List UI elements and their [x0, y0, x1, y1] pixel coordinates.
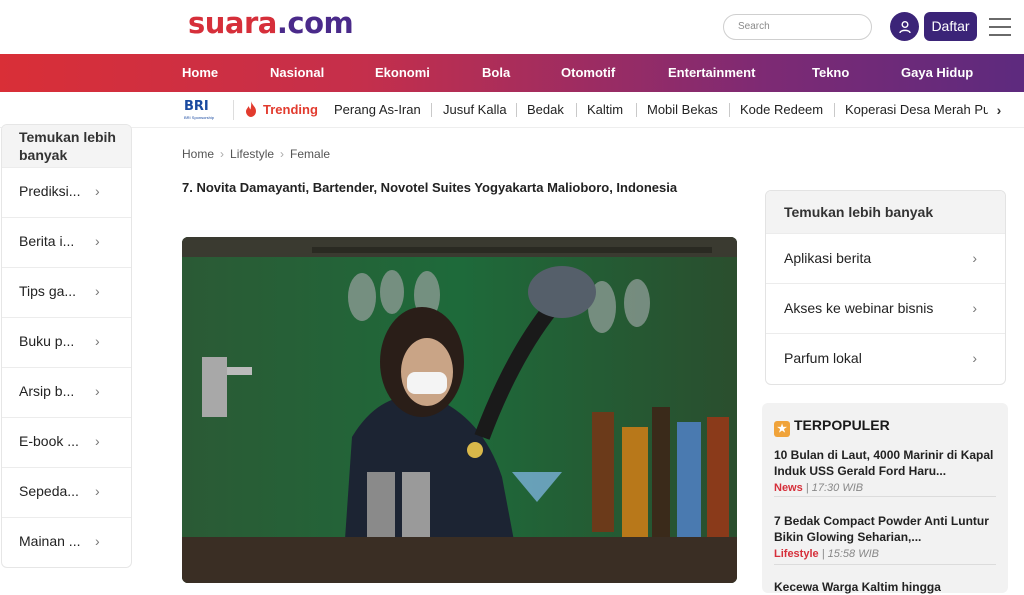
left-panel-item[interactable]: Buku p... ›: [2, 317, 131, 367]
nav-item-ekonomi[interactable]: Ekonomi: [375, 54, 430, 92]
nav-item-nasional[interactable]: Nasional: [270, 54, 324, 92]
chevron-right-icon[interactable]: ›: [990, 98, 1008, 122]
search-input[interactable]: Search: [723, 14, 872, 40]
logo-suffix: .com: [276, 6, 354, 40]
nav-item-gaya-hidup[interactable]: Gaya Hidup: [901, 54, 973, 92]
left-panel-item-label: Arsip b...: [19, 383, 75, 399]
left-panel-item[interactable]: Tips ga... ›: [2, 267, 131, 317]
breadcrumb-separator: ›: [280, 147, 285, 161]
right-panel-item-label: Akses ke webinar bisnis: [784, 300, 934, 316]
site-header: suara.com Search Daftar: [0, 0, 1024, 54]
divider: [774, 496, 996, 497]
left-panel-heading: Temukan lebih banyak: [2, 125, 131, 167]
chevron-right-icon: ›: [95, 383, 100, 399]
popular-item-meta: Lifestyle | 15:58 WIB: [774, 548, 879, 560]
left-panel-item-label: Tips ga...: [19, 283, 77, 299]
trending-item[interactable]: Bedak: [527, 92, 564, 128]
left-panel-item[interactable]: Arsip b... ›: [2, 367, 131, 417]
nav-item-home[interactable]: Home: [182, 54, 218, 92]
chevron-right-icon: ›: [95, 233, 100, 249]
popular-heading-text: TERPOPULER: [794, 417, 890, 433]
popular-item[interactable]: 7 Bedak Compact Powder Anti Luntur Bikin…: [774, 513, 996, 560]
breadcrumb-separator: ›: [220, 147, 225, 161]
user-icon: [898, 20, 911, 33]
trending-label: Trending: [263, 102, 318, 117]
divider: [774, 564, 996, 565]
left-panel-item-label: E-book ...: [19, 433, 79, 449]
main-nav: Home Nasional Ekonomi Bola Otomotif Ente…: [0, 54, 1024, 92]
left-panel-item[interactable]: Prediksi... ›: [2, 167, 131, 217]
chevron-right-icon: ›: [95, 433, 100, 449]
popular-item[interactable]: Kecewa Warga Kaltim hingga: [774, 579, 996, 595]
chevron-right-icon: ›: [95, 333, 100, 349]
right-panel-heading: Temukan lebih banyak: [766, 191, 1005, 233]
left-panel-item-label: Berita i...: [19, 233, 75, 249]
article-title: 7. Novita Damayanti, Bartender, Novotel …: [182, 180, 678, 195]
trending-item[interactable]: Jusuf Kalla: [443, 92, 507, 128]
trending-item[interactable]: Kode Redeem: [740, 92, 823, 128]
nav-item-entertainment[interactable]: Entertainment: [668, 54, 755, 92]
left-panel-item[interactable]: Sepeda... ›: [2, 467, 131, 517]
left-panel-item-label: Buku p...: [19, 333, 75, 349]
fire-icon: [246, 101, 256, 117]
popular-heading: ★ TERPOPULER: [774, 417, 890, 437]
left-panel-item-label: Sepeda...: [19, 483, 79, 499]
register-button[interactable]: Daftar: [924, 12, 977, 41]
trending-item[interactable]: Perang As-Iran: [334, 92, 421, 128]
chevron-right-icon: ›: [95, 183, 100, 199]
popular-item-title[interactable]: Kecewa Warga Kaltim hingga: [774, 579, 996, 595]
chevron-right-icon: ›: [95, 483, 100, 499]
chevron-right-icon: ›: [972, 300, 977, 316]
nav-item-otomotif[interactable]: Otomotif: [561, 54, 615, 92]
chevron-right-icon: ›: [95, 533, 100, 549]
sponsor-logo-subtext: BRI Sponsorship: [184, 115, 215, 120]
trending-item[interactable]: Mobil Bekas: [647, 92, 718, 128]
right-panel-item-label: Aplikasi berita: [784, 250, 872, 266]
sponsor-logo-text: BRI: [184, 99, 209, 114]
nav-item-bola[interactable]: Bola: [482, 54, 510, 92]
right-discover-panel: Temukan lebih banyak Aplikasi berita › Ak…: [765, 190, 1006, 385]
popular-item[interactable]: 10 Bulan di Laut, 4000 Marinir di Kapal …: [774, 447, 996, 494]
breadcrumb-lifestyle[interactable]: Lifestyle: [230, 147, 274, 161]
chevron-right-icon: ›: [972, 250, 977, 266]
popular-item-time: 17:30 WIB: [811, 482, 864, 494]
popular-item-title[interactable]: 10 Bulan di Laut, 4000 Marinir di Kapal …: [774, 447, 996, 479]
star-icon: ★: [774, 421, 790, 437]
popular-item-time: 15:58 WIB: [827, 548, 879, 560]
popular-item-title[interactable]: 7 Bedak Compact Powder Anti Luntur Bikin…: [774, 513, 996, 545]
trending-item[interactable]: Koperasi Desa Merah Putih: [845, 92, 988, 128]
trending-item[interactable]: Kaltim: [587, 92, 623, 128]
left-panel-item[interactable]: Berita i... ›: [2, 217, 131, 267]
bri-sponsor-logo[interactable]: BRI BRI Sponsorship: [184, 97, 222, 121]
user-account-button[interactable]: [890, 12, 919, 41]
chevron-right-icon: ›: [95, 283, 100, 299]
popular-item-meta: News | 17:30 WIB: [774, 482, 864, 494]
right-panel-item[interactable]: Akses ke webinar bisnis ›: [766, 283, 1005, 333]
hamburger-menu-icon[interactable]: [989, 18, 1011, 36]
left-panel-item-label: Prediksi...: [19, 183, 81, 199]
right-panel-item-label: Parfum lokal: [784, 350, 862, 366]
right-panel-item[interactable]: Aplikasi berita ›: [766, 233, 1005, 283]
site-logo[interactable]: suara.com: [188, 6, 354, 40]
divider: [233, 100, 234, 120]
nav-item-tekno[interactable]: Tekno: [812, 54, 849, 92]
left-discover-panel: Temukan lebih banyak Prediksi... › Berita…: [1, 124, 132, 568]
left-panel-item-label: Mainan ...: [19, 533, 81, 549]
trending-bar: BRI BRI Sponsorship Trending Perang As-I…: [0, 92, 1024, 128]
right-panel-item[interactable]: Parfum lokal ›: [766, 333, 1005, 383]
left-panel-item[interactable]: E-book ... ›: [2, 417, 131, 467]
left-panel-item[interactable]: Mainan ... ›: [2, 517, 131, 567]
logo-main: suara: [188, 6, 277, 40]
popular-item-category[interactable]: News: [774, 482, 803, 494]
chevron-right-icon: ›: [972, 350, 977, 366]
breadcrumb-female[interactable]: Female: [290, 147, 330, 161]
breadcrumb: Home › Lifestyle › Female: [182, 147, 330, 161]
popular-item-category[interactable]: Lifestyle: [774, 548, 819, 560]
article-photo: [182, 237, 737, 583]
breadcrumb-home[interactable]: Home: [182, 147, 214, 161]
